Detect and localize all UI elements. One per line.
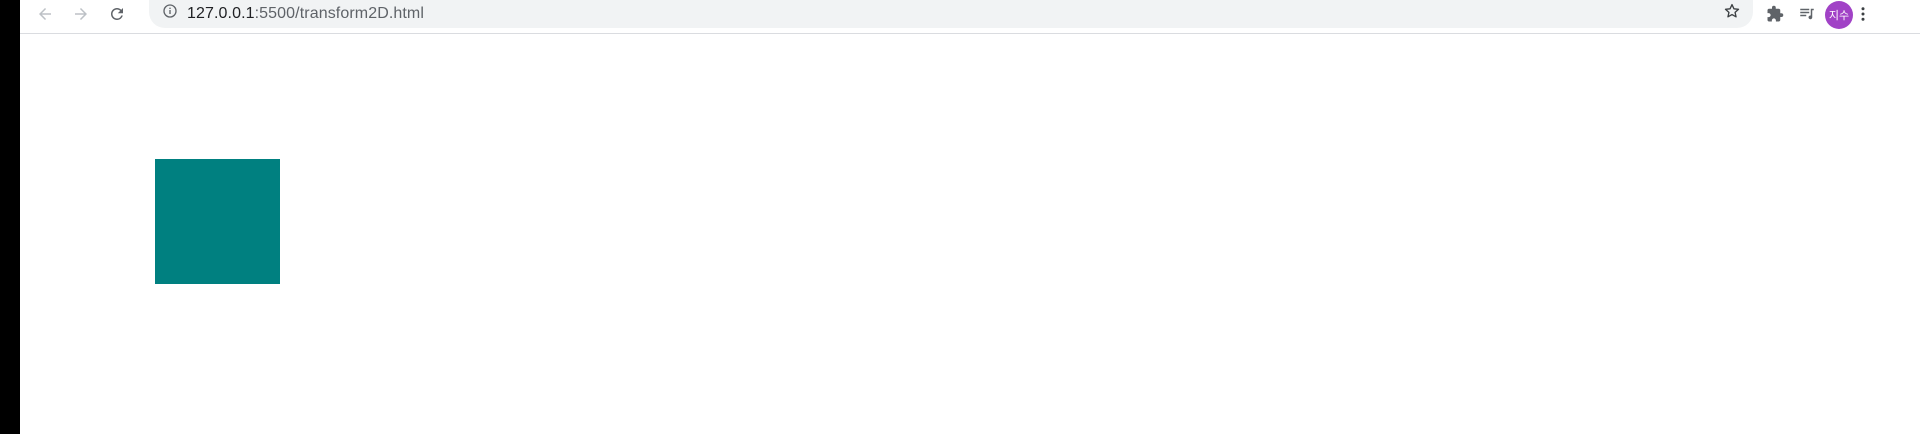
extensions-button[interactable] [1759,2,1791,32]
avatar: 지수 [1825,0,1853,29]
url-text[interactable]: 127.0.0.1:5500/transform2D.html [187,5,424,23]
profile-button[interactable]: 지수 [1823,0,1855,32]
left-black-strip [0,0,20,434]
arrow-right-icon [72,5,90,28]
browser-window: 127.0.0.1:5500/transform2D.html 지수 [0,0,1920,434]
reload-icon [108,5,126,28]
bookmark-button[interactable] [1717,0,1747,28]
back-button[interactable] [27,2,63,32]
browser-menu-button[interactable] [1855,2,1871,32]
puzzle-icon [1766,5,1784,28]
arrow-left-icon [36,5,54,28]
address-bar[interactable]: 127.0.0.1:5500/transform2D.html [149,0,1753,28]
url-path: :5500/transform2D.html [254,4,425,22]
browser-toolbar: 127.0.0.1:5500/transform2D.html 지수 [20,0,1920,34]
teal-square-box [155,159,280,284]
more-vert-icon [1860,5,1866,28]
reload-button[interactable] [99,2,135,32]
queue-music-icon [1798,5,1816,28]
url-host: 127.0.0.1 [187,4,255,22]
info-circle-icon [162,3,178,24]
media-controls-button[interactable] [1791,2,1823,32]
toolbar-actions: 지수 [1759,0,1871,32]
forward-button[interactable] [63,2,99,32]
star-outline-icon [1723,2,1741,25]
page-content [20,34,1920,434]
site-info-button[interactable] [155,0,185,28]
